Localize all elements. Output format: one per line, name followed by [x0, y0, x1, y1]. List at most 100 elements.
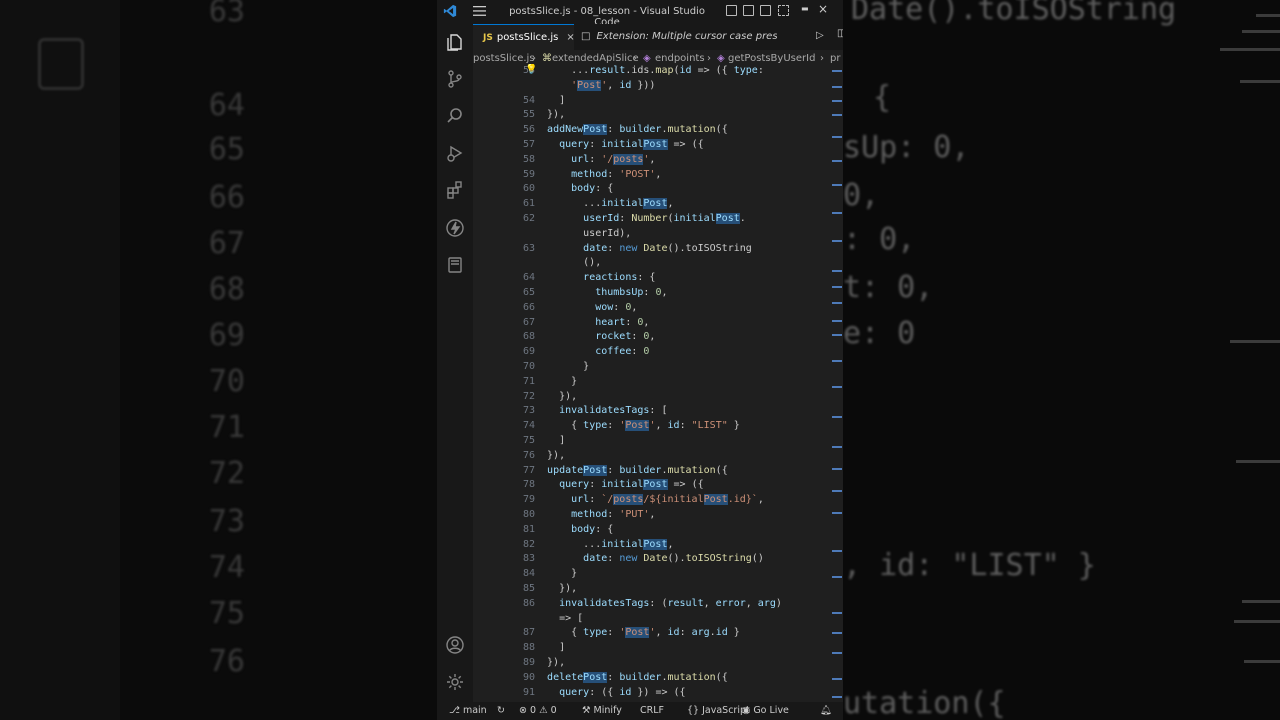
code-line[interactable]: (), — [473, 256, 833, 271]
code-text: addNewPost: builder.mutation({ — [547, 124, 728, 136]
code-line[interactable]: 54 ] — [473, 94, 833, 109]
code-line[interactable]: 62 userId: Number(initialPost. — [473, 212, 833, 227]
code-text: coffee: 0 — [595, 346, 650, 358]
line-number: 91 — [522, 686, 535, 698]
code-text: url: '/posts', — [571, 153, 656, 165]
minimap-marker — [832, 212, 842, 214]
code-line[interactable]: 59 method: 'POST', — [473, 168, 833, 183]
code-line[interactable]: 'Post', id })) — [473, 79, 833, 94]
code-line[interactable]: 71 } — [473, 375, 833, 390]
code-line[interactable]: 86 invalidatesTags: (result, error, arg) — [473, 597, 833, 612]
code-line[interactable]: => [ — [473, 612, 833, 627]
run-icon[interactable]: ▷ — [816, 30, 824, 41]
toggle-primary-sidebar-icon[interactable] — [726, 5, 737, 16]
code-line[interactable]: 56 addNewPost: builder.mutation({ — [473, 123, 833, 138]
close-window-icon[interactable]: × — [818, 2, 828, 16]
code-line[interactable]: 61 ...initialPost, — [473, 197, 833, 212]
tab-extension-preview[interactable]: □ Extension: Multiple cursor case preserv… — [581, 24, 777, 50]
line-number: 84 — [522, 568, 535, 580]
code-line[interactable]: 75 ] — [473, 434, 833, 449]
split-editor-icon[interactable]: ◫ — [837, 28, 843, 39]
code-line[interactable]: 65 thumbsUp: 0, — [473, 286, 833, 301]
line-number: 56 — [522, 124, 535, 136]
close-tab-icon[interactable]: × — [566, 32, 574, 43]
code-text: date: new Date().toISOString() — [583, 553, 764, 565]
minimap-marker — [832, 612, 842, 614]
language-indicator[interactable]: {} JavaScript — [687, 702, 750, 720]
code-line[interactable]: 79 url: `/posts/${initialPost.id}`, — [473, 493, 833, 508]
code-text: } — [535, 361, 590, 372]
status-bar: ⎇ main ↻ ⊗ 0 ⚠ 0 ⚒ Minify CRLF {} JavaSc… — [437, 702, 843, 720]
code-line[interactable]: 74 { type: 'Post', id: "LIST" } — [473, 419, 833, 434]
minimap-marker — [832, 240, 842, 242]
code-line[interactable]: 84 } — [473, 567, 833, 582]
code-line[interactable]: 66 wow: 0, — [473, 301, 833, 316]
menu-icon[interactable] — [473, 5, 486, 17]
background-line-number: 68 — [208, 272, 245, 307]
accounts-icon[interactable] — [445, 635, 465, 655]
code-line[interactable]: userId), — [473, 227, 833, 242]
warning-count: 0 — [550, 705, 557, 716]
minimap-marker — [832, 576, 842, 578]
code-line[interactable]: 77 updatePost: builder.mutation({ — [473, 464, 833, 479]
code-line[interactable]: 58 url: '/posts', — [473, 153, 833, 168]
settings-gear-icon[interactable] — [445, 672, 465, 692]
background-code-line: { — [873, 80, 892, 115]
vscode-window: postsSlice.js - 08_lesson - Visual Studi… — [437, 0, 843, 720]
code-line[interactable]: 55 }), — [473, 108, 833, 123]
notebook-icon[interactable] — [445, 255, 465, 275]
code-line[interactable]: 68 rocket: 0, — [473, 330, 833, 345]
code-line[interactable]: 64 reactions: { — [473, 271, 833, 286]
code-line[interactable]: 72 }), — [473, 390, 833, 405]
line-number: 55 — [522, 109, 535, 121]
sync-icon[interactable]: ↻ — [497, 702, 505, 720]
code-line[interactable]: 80 method: 'PUT', — [473, 508, 833, 523]
line-number: 87 — [522, 627, 535, 639]
code-line[interactable]: 91 query: ({ id }) => ({ — [473, 686, 833, 701]
code-line[interactable]: 78 query: initialPost => ({ — [473, 478, 833, 493]
run-debug-icon[interactable] — [445, 143, 465, 163]
code-line[interactable]: 83 date: new Date().toISOString() — [473, 552, 833, 567]
code-line[interactable]: 70 } — [473, 360, 833, 375]
code-line[interactable]: 73 invalidatesTags: [ — [473, 404, 833, 419]
source-control-icon[interactable] — [445, 69, 465, 89]
branch-indicator[interactable]: ⎇ main — [449, 702, 487, 720]
code-line[interactable]: 88 ] — [473, 641, 833, 656]
code-line[interactable]: 82 ...initialPost, — [473, 538, 833, 553]
code-line[interactable]: 57 query: initialPost => ({ — [473, 138, 833, 153]
code-line[interactable]: 69 coffee: 0 — [473, 345, 833, 360]
explorer-icon[interactable] — [445, 32, 465, 52]
lightning-icon[interactable] — [445, 218, 465, 238]
tab-postsslice[interactable]: JS postsSlice.js × — [473, 24, 575, 50]
minimap-marker — [832, 160, 842, 162]
code-line[interactable]: 85 }), — [473, 582, 833, 597]
line-number: 73 — [522, 405, 535, 417]
search-icon[interactable] — [445, 106, 465, 126]
toggle-panel-icon[interactable] — [743, 5, 754, 16]
code-line[interactable]: 63 date: new Date().toISOString — [473, 242, 833, 257]
code-line[interactable]: 89 }), — [473, 656, 833, 671]
problems-indicator[interactable]: ⊗ 0 ⚠ 0 — [519, 702, 557, 720]
background-code-line: e: 0 — [843, 316, 916, 351]
code-line[interactable]: 90 deletePost: builder.mutation({ — [473, 671, 833, 686]
code-line[interactable]: 81 body: { — [473, 523, 833, 538]
code-line[interactable]: 67 heart: 0, — [473, 316, 833, 331]
minimize-icon[interactable]: ▬ — [801, 4, 809, 13]
code-line[interactable]: 87 { type: 'Post', id: arg.id } — [473, 626, 833, 641]
minify-button[interactable]: ⚒ Minify — [582, 702, 622, 720]
code-line[interactable]: 76 }), — [473, 449, 833, 464]
minimap-marker — [832, 184, 842, 186]
lightbulb-icon[interactable]: 💡 — [525, 64, 537, 75]
background-minimap-bar — [1244, 660, 1280, 663]
customize-layout-icon[interactable] — [778, 5, 789, 16]
code-line[interactable]: 60 body: { — [473, 182, 833, 197]
notifications-bell-icon[interactable]: 🔔︎ — [820, 702, 832, 720]
toggle-secondary-sidebar-icon[interactable] — [760, 5, 771, 16]
eol-indicator[interactable]: CRLF — [640, 702, 664, 720]
code-editor[interactable]: 53 ...result.ids.map(id => ({ type: 'Pos… — [473, 64, 843, 702]
code-text: }), — [535, 657, 566, 668]
go-live-button[interactable]: ◉ Go Live — [742, 702, 789, 720]
code-text: ...initialPost, — [535, 198, 674, 210]
extensions-icon[interactable] — [445, 180, 465, 200]
minimap[interactable] — [831, 64, 843, 702]
